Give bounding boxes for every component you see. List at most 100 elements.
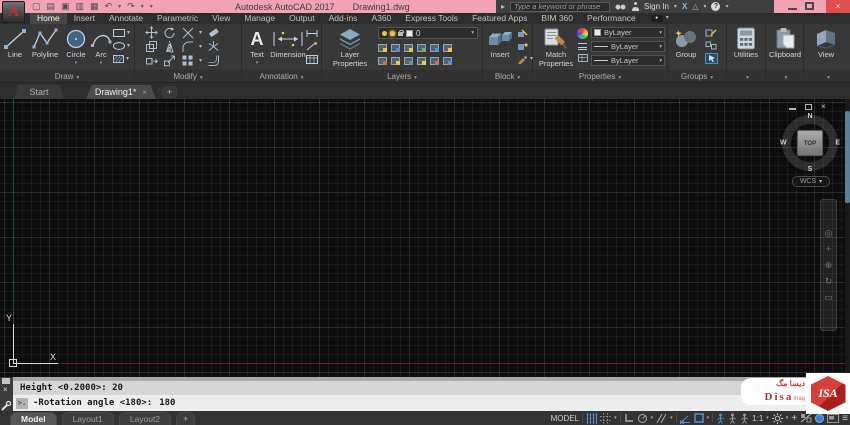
utilities-panel-label[interactable]: ▾ [727, 70, 765, 82]
drawing-tab-close-icon[interactable]: × [142, 88, 147, 97]
layer-tool-icon[interactable] [391, 57, 400, 65]
file-tab-start[interactable]: Start [14, 85, 64, 99]
layer-tool-icon[interactable] [443, 57, 452, 65]
drawing-canvas[interactable]: X Y × N W E S TOP WCS ▾ ◎ + ⊕ ↻ ▭ [0, 99, 850, 377]
polar-dropdown-icon[interactable]: ▾ [651, 415, 654, 421]
insert-button[interactable]: Insert [485, 25, 515, 60]
ribbon-tab-bim-360[interactable]: BIM 360 [534, 13, 580, 24]
save-icon[interactable]: ▣ [61, 2, 70, 11]
lineweight-dropdown-icon[interactable]: ▾ [659, 44, 662, 50]
object-color-dropdown[interactable]: ByLayer ▾ [591, 27, 665, 38]
minimize-button[interactable] [788, 4, 797, 10]
ribbon-tab-view[interactable]: View [205, 13, 237, 24]
array-icon[interactable] [181, 54, 194, 67]
view-button[interactable]: View [806, 25, 846, 60]
search-icon[interactable] [615, 3, 627, 10]
properties-panel-label[interactable]: Properties ▾ [533, 70, 667, 82]
linetype-dropdown-icon[interactable]: ▾ [659, 58, 662, 64]
command-input-line[interactable]: >. -Rotation angle <180>: 180 [13, 395, 850, 411]
sign-in-dropdown-icon[interactable]: ▾ [674, 4, 677, 10]
undo-dropdown-icon[interactable]: ▾ [118, 4, 121, 10]
group-button[interactable]: Group [671, 25, 701, 60]
scale-icon[interactable] [163, 54, 176, 67]
qat-customize-icon[interactable]: ▾ [150, 4, 153, 10]
sign-in-button[interactable]: Sign In [644, 2, 669, 11]
command-input-value[interactable]: 180 [159, 398, 175, 408]
vertical-scrollbar-thumb[interactable] [845, 111, 850, 203]
dimension-button[interactable]: Dimension [269, 25, 307, 60]
viewport-restore-icon[interactable] [805, 104, 812, 110]
isodraft-dropdown-icon[interactable]: ▾ [670, 415, 673, 421]
array-dropdown-icon[interactable]: ▾ [199, 58, 202, 64]
draw-panel-dropdown-icon[interactable]: ▾ [76, 75, 79, 81]
layer-tool-icon[interactable] [378, 57, 387, 65]
graphics-performance-button[interactable] [815, 413, 825, 423]
customization-button[interactable]: ≡ [842, 413, 848, 424]
model-tab[interactable]: Model [10, 412, 57, 425]
viewport-close-icon[interactable]: × [821, 103, 826, 111]
annotation-panel-dropdown-icon[interactable]: ▾ [301, 75, 304, 81]
close-button[interactable]: × [826, 0, 850, 13]
layer-dropdown-icon[interactable]: ▾ [471, 30, 474, 36]
layer-tool-icon[interactable] [430, 57, 439, 65]
modify-panel-dropdown-icon[interactable]: ▾ [200, 75, 203, 81]
viewport-minimize-icon[interactable] [789, 105, 796, 110]
table-icon[interactable] [306, 54, 318, 64]
new-layout-button[interactable]: + [176, 412, 196, 425]
file-tab-drawing1[interactable]: Drawing1* × [86, 85, 156, 99]
trim-dropdown-icon[interactable]: ▾ [199, 30, 202, 36]
layer-tool-icon[interactable] [404, 57, 413, 65]
wcs-menu[interactable]: WCS ▾ [792, 176, 830, 187]
ribbon-tab-parametric[interactable]: Parametric [150, 13, 205, 24]
viewcube-north[interactable]: N [807, 113, 812, 120]
viewcube-west[interactable]: W [780, 140, 787, 147]
utilities-button[interactable]: Utilities [729, 25, 763, 60]
layer-select-dropdown[interactable]: 0 ▾ [378, 27, 478, 39]
arc-dropdown-icon[interactable]: ▾ [100, 60, 103, 67]
steering-wheel-icon[interactable]: ◎ [825, 228, 833, 238]
clean-screen-button[interactable] [827, 413, 840, 423]
utilities-panel-dropdown-icon[interactable]: ▾ [746, 75, 749, 81]
circle-dropdown-icon[interactable]: ▾ [75, 60, 78, 67]
layer-on-icon[interactable] [382, 30, 387, 36]
snap-mode-button[interactable] [600, 412, 612, 424]
line-button[interactable]: Line [2, 25, 28, 60]
grid-display-button[interactable] [586, 412, 598, 424]
layer-lock-icon[interactable] [398, 29, 404, 36]
ribbon-tab-output[interactable]: Output [282, 13, 322, 24]
clipboard-panel-dropdown-icon[interactable]: ▾ [785, 75, 788, 81]
layer-tool-icon[interactable] [443, 44, 452, 52]
match-properties-button[interactable]: Match Properties [536, 25, 576, 68]
plot-icon[interactable]: ▦ [90, 2, 99, 11]
layer-tool-icon[interactable] [391, 44, 400, 52]
hatch-dropdown-icon[interactable]: ▾ [126, 56, 129, 62]
lineweight-dropdown[interactable]: ByLayer ▾ [591, 41, 665, 52]
open-file-icon[interactable]: ▤ [47, 2, 56, 11]
application-menu-button[interactable]: A [2, 1, 25, 23]
polar-tracking-button[interactable] [637, 413, 648, 424]
recent-commands-icon[interactable]: >. [16, 397, 28, 409]
groups-panel-dropdown-icon[interactable]: ▾ [710, 75, 713, 81]
model-space-button[interactable]: MODEL [551, 414, 579, 423]
layout1-tab[interactable]: Layout1 [61, 412, 114, 425]
annotation-monitor-button[interactable]: + [791, 413, 797, 424]
annotation-panel-label[interactable]: Annotation ▾ [242, 70, 321, 82]
layer-tool-icon[interactable] [404, 44, 413, 52]
annotation-visibility-button[interactable] [716, 413, 725, 424]
save-as-icon[interactable]: ▥ [76, 2, 85, 11]
pan-icon[interactable]: + [826, 244, 831, 254]
clipboard-button[interactable]: Clipboard [766, 25, 804, 60]
viewcube[interactable]: N W E S TOP [780, 113, 840, 173]
color-wheel-icon[interactable] [577, 28, 588, 39]
polyline-button[interactable]: Polyline [28, 25, 62, 60]
fillet-icon[interactable] [181, 40, 194, 53]
undo-icon[interactable]: ↶ [105, 2, 113, 11]
group-edit-icon[interactable] [705, 28, 717, 37]
layers-panel-label[interactable]: Layers ▾ [322, 70, 482, 82]
text-dropdown-icon[interactable]: ▾ [256, 60, 259, 67]
a360-icon[interactable]: △ [692, 2, 698, 11]
ribbon-tab-manage[interactable]: Manage [237, 13, 282, 24]
move-icon[interactable] [145, 26, 158, 39]
snap-dropdown-icon[interactable]: ▾ [614, 415, 617, 421]
ribbon-tab-home[interactable]: Home [30, 13, 67, 24]
